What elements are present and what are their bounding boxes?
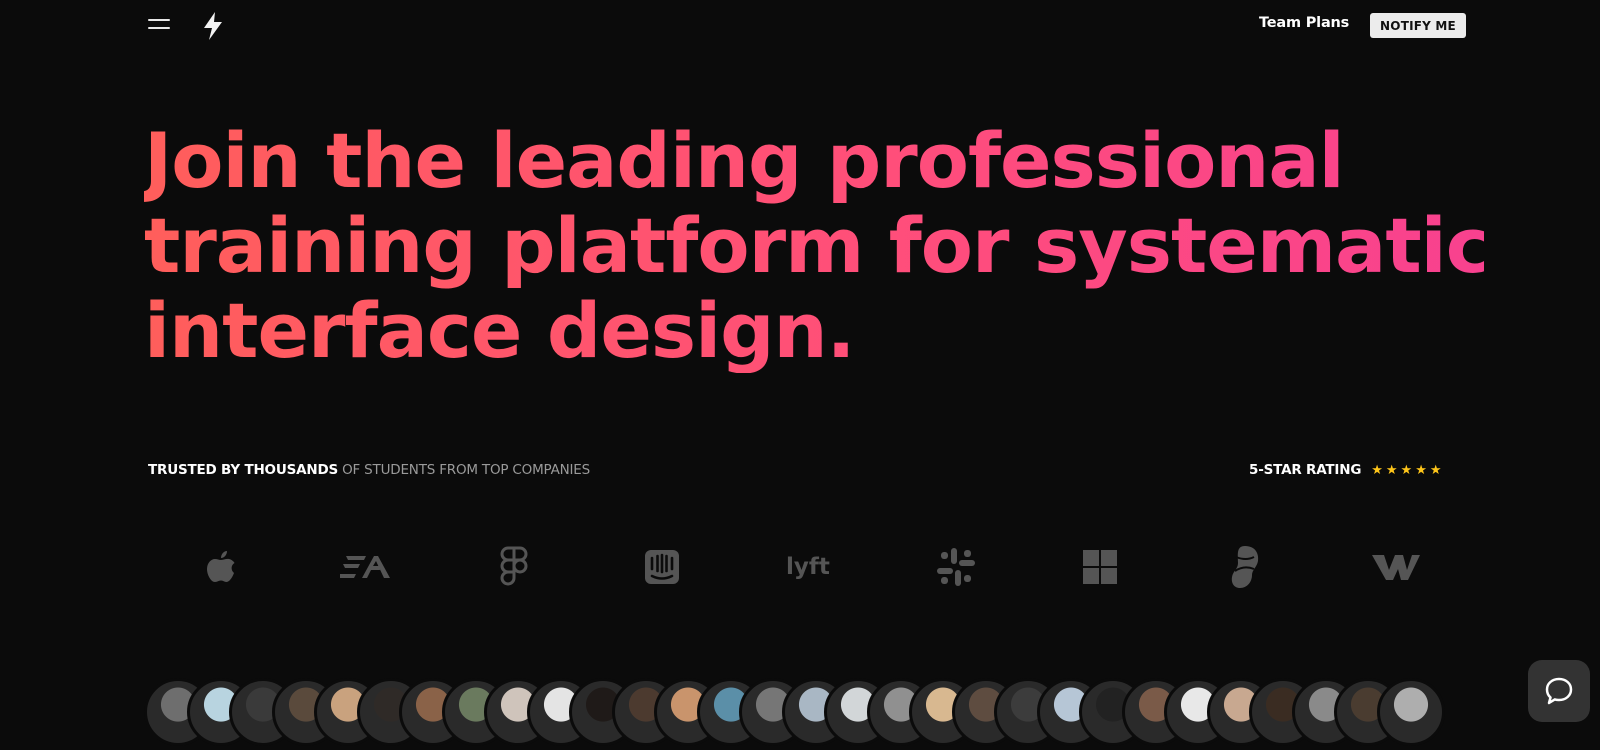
rating: 5-STAR RATING ★★★★★	[1249, 462, 1445, 478]
hamburger-icon	[148, 19, 170, 21]
notify-me-button[interactable]: NOTIFY ME	[1370, 13, 1466, 38]
trusted-strong: TRUSTED BY THOUSANDS	[148, 462, 338, 478]
figma-logo-icon	[486, 540, 542, 594]
team-plans-link[interactable]: Team Plans	[1259, 15, 1349, 31]
chat-bubble-icon	[1545, 677, 1573, 705]
trusted-by-text: TRUSTED BY THOUSANDS OF STUDENTS FROM TO…	[148, 462, 590, 478]
menu-button[interactable]	[148, 16, 170, 32]
company-logos: lyft	[0, 540, 1600, 600]
intercom-logo-icon	[634, 540, 690, 594]
hamburger-line	[148, 27, 170, 29]
slack-logo-icon	[928, 540, 984, 594]
lightning-bolt-icon[interactable]	[202, 12, 224, 40]
logo-leaf-icon	[1217, 540, 1273, 594]
apple-logo-icon	[193, 540, 249, 594]
ea-logo-icon	[338, 540, 394, 594]
lyft-logo-icon: lyft	[780, 540, 836, 594]
hero-line-2: training platform for systematic	[144, 201, 1490, 290]
rating-label: 5-STAR RATING	[1249, 462, 1362, 478]
hero-line-3: interface design.	[144, 286, 855, 375]
top-nav: Team Plans NOTIFY ME	[0, 0, 1600, 52]
student-avatar	[1376, 678, 1445, 746]
star-rating-icon: ★★★★★	[1371, 463, 1445, 478]
webflow-logo-icon	[1368, 540, 1424, 594]
microsoft-logo-icon	[1072, 540, 1128, 594]
chat-button[interactable]	[1528, 660, 1590, 722]
lyft-text: lyft	[786, 554, 830, 580]
hero-headline: Join the leading professional training p…	[144, 118, 1484, 373]
hero-line-1: Join the leading professional	[144, 116, 1344, 205]
trusted-rest: OF STUDENTS FROM TOP COMPANIES	[342, 462, 591, 478]
